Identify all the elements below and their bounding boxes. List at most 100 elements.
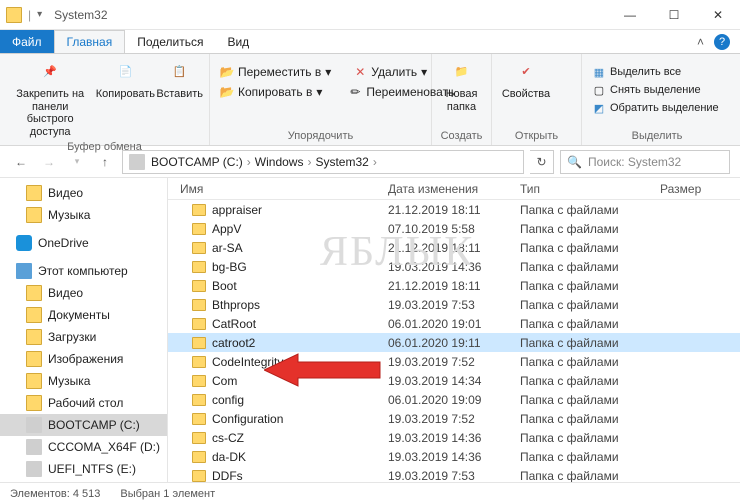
pc-icon xyxy=(16,263,32,279)
folder-icon xyxy=(192,242,206,254)
copy-label: Копировать xyxy=(96,88,155,101)
folder-icon xyxy=(6,7,22,23)
nav-item[interactable]: Изображения xyxy=(0,348,167,370)
file-date: 06.01.2020 19:01 xyxy=(388,317,520,331)
breadcrumb-item[interactable]: BOOTCAMP (C:) xyxy=(151,155,243,169)
moveto-button[interactable]: 📂Переместить в ▾ xyxy=(216,64,335,80)
navigation-pane[interactable]: ВидеоМузыкаOneDriveЭтот компьютерВидеоДо… xyxy=(0,178,168,482)
nav-item[interactable]: Рабочий стол xyxy=(0,392,167,414)
table-row[interactable]: ar-SA21.12.2019 18:11Папка с файлами xyxy=(168,238,740,257)
folder-icon xyxy=(192,299,206,311)
nav-item[interactable]: pCloud Drive (P:) xyxy=(0,480,167,482)
file-type: Папка с файлами xyxy=(520,203,660,217)
history-dropdown[interactable]: ▾ xyxy=(66,151,88,173)
col-name[interactable]: Имя xyxy=(168,182,388,196)
copyto-button[interactable]: 📂Копировать в ▾ xyxy=(216,84,326,100)
selectnone-icon: ▢ xyxy=(592,83,606,97)
pin-button[interactable]: 📌 Закрепить на панели быстрого доступа xyxy=(6,58,94,139)
paste-button[interactable]: 📋 Вставить xyxy=(156,58,203,101)
table-row[interactable]: cs-CZ19.03.2019 14:36Папка с файлами xyxy=(168,428,740,447)
invert-icon: ◩ xyxy=(592,101,606,115)
tab-file[interactable]: Файл xyxy=(0,30,54,53)
forward-button[interactable]: → xyxy=(38,151,60,173)
folder-icon xyxy=(26,207,42,223)
table-row[interactable]: appraiser21.12.2019 18:11Папка с файлами xyxy=(168,200,740,219)
tab-home[interactable]: Главная xyxy=(54,30,126,53)
minimize-button[interactable]: — xyxy=(608,1,652,29)
nav-item[interactable]: Видео xyxy=(0,282,167,304)
nav-item[interactable]: UEFI_NTFS (E:) xyxy=(0,458,167,480)
titlebar: | ▾ System32 — ☐ ✕ xyxy=(0,0,740,30)
nav-item[interactable]: Документы xyxy=(0,304,167,326)
file-type: Папка с файлами xyxy=(520,336,660,350)
folder-icon xyxy=(192,451,206,463)
group-create-label: Создать xyxy=(432,128,491,145)
table-row[interactable]: Bthprops19.03.2019 7:53Папка с файлами xyxy=(168,295,740,314)
nav-item[interactable]: BOOTCAMP (C:) xyxy=(0,414,167,436)
tab-view[interactable]: Вид xyxy=(215,30,261,53)
folder-icon xyxy=(192,356,206,368)
maximize-button[interactable]: ☐ xyxy=(652,1,696,29)
folder-icon xyxy=(192,432,206,444)
table-row[interactable]: Configuration19.03.2019 7:52Папка с файл… xyxy=(168,409,740,428)
nav-item-label: Музыка xyxy=(48,208,90,222)
nav-item[interactable]: Этот компьютер xyxy=(0,260,167,282)
table-row[interactable]: DDFs19.03.2019 7:53Папка с файлами xyxy=(168,466,740,482)
nav-item[interactable]: OneDrive xyxy=(0,232,167,254)
table-row[interactable]: config06.01.2020 19:09Папка с файлами xyxy=(168,390,740,409)
nav-item-label: Рабочий стол xyxy=(48,396,123,410)
drive-icon xyxy=(26,417,42,433)
file-name: da-DK xyxy=(212,450,246,464)
file-name: AppV xyxy=(212,222,241,236)
selectall-icon: ▦ xyxy=(592,65,606,79)
col-type[interactable]: Тип xyxy=(520,182,660,196)
table-row[interactable]: AppV07.10.2019 5:58Папка с файлами xyxy=(168,219,740,238)
nav-item[interactable]: Загрузки xyxy=(0,326,167,348)
table-row[interactable]: da-DK19.03.2019 14:36Папка с файлами xyxy=(168,447,740,466)
window-title: System32 xyxy=(54,8,107,22)
back-button[interactable]: ← xyxy=(10,151,32,173)
col-size[interactable]: Размер xyxy=(660,182,740,196)
close-button[interactable]: ✕ xyxy=(696,1,740,29)
group-organize-label: Упорядочить xyxy=(210,128,431,145)
qat-dropdown-icon[interactable]: ▾ xyxy=(37,9,42,20)
nav-item[interactable]: Музыка xyxy=(0,204,167,226)
newfolder-button[interactable]: 📁 Новая папка xyxy=(438,58,485,113)
nav-item[interactable]: CCCOMA_X64F (D:) xyxy=(0,436,167,458)
table-row[interactable]: bg-BG19.03.2019 14:36Папка с файлами xyxy=(168,257,740,276)
table-row[interactable]: Boot21.12.2019 18:11Папка с файлами xyxy=(168,276,740,295)
nav-item[interactable]: Видео xyxy=(0,182,167,204)
folder-icon xyxy=(26,351,42,367)
minimize-ribbon-icon[interactable]: ˄ xyxy=(697,35,704,49)
selectnone-button[interactable]: ▢Снять выделение xyxy=(588,82,723,98)
breadcrumb[interactable]: BOOTCAMP (C:)› Windows› System32› xyxy=(122,150,524,174)
invert-button[interactable]: ◩Обратить выделение xyxy=(588,100,723,116)
table-row[interactable]: Com19.03.2019 14:34Папка с файлами xyxy=(168,371,740,390)
col-date[interactable]: Дата изменения xyxy=(388,182,520,196)
chevron-right-icon: › xyxy=(245,155,253,169)
search-input[interactable]: 🔍 Поиск: System32 xyxy=(560,150,730,174)
qat-sep: | xyxy=(28,8,31,22)
table-row[interactable]: catroot206.01.2020 19:11Папка с файлами xyxy=(168,333,740,352)
nav-item[interactable]: Музыка xyxy=(0,370,167,392)
help-icon[interactable]: ? xyxy=(714,34,730,50)
folder-icon xyxy=(192,470,206,482)
properties-button[interactable]: ✔ Свойства xyxy=(498,58,554,101)
breadcrumb-item[interactable]: System32 xyxy=(315,155,368,169)
status-bar: Элементов: 4 513 Выбран 1 элемент xyxy=(0,482,740,504)
refresh-button[interactable]: ↻ xyxy=(530,150,554,174)
copy-button[interactable]: 📄 Копировать xyxy=(100,58,150,101)
pin-label: Закрепить на панели быстрого доступа xyxy=(6,88,94,139)
folder-icon xyxy=(26,307,42,323)
nav-item-label: BOOTCAMP (C:) xyxy=(48,418,140,432)
breadcrumb-item[interactable]: Windows xyxy=(255,155,304,169)
nav-item-label: OneDrive xyxy=(38,236,89,250)
item-count: Элементов: 4 513 xyxy=(10,488,100,500)
table-row[interactable]: CatRoot06.01.2020 19:01Папка с файлами xyxy=(168,314,740,333)
tab-share[interactable]: Поделиться xyxy=(125,30,215,53)
up-button[interactable]: ↑ xyxy=(94,151,116,173)
file-date: 19.03.2019 14:34 xyxy=(388,374,520,388)
table-row[interactable]: CodeIntegrity19.03.2019 7:52Папка с файл… xyxy=(168,352,740,371)
delete-button[interactable]: ✕Удалить ▾ xyxy=(349,64,431,80)
selectall-button[interactable]: ▦Выделить все xyxy=(588,64,723,80)
